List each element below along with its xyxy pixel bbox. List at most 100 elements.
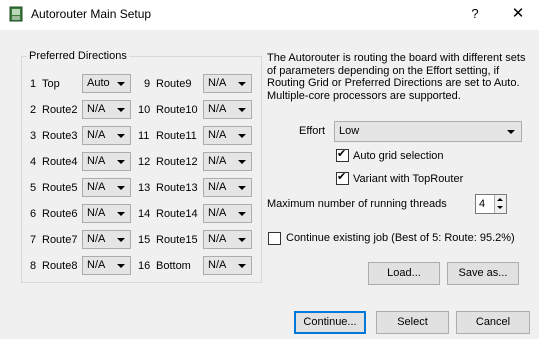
direction-value: N/A	[87, 207, 106, 219]
direction-value: N/A	[87, 181, 106, 193]
direction-dropdown[interactable]: N/A	[203, 126, 252, 145]
layer-name: Route15	[156, 234, 198, 246]
threads-label: Maximum number of running threads	[267, 198, 447, 210]
direction-dropdown[interactable]: N/A	[82, 230, 131, 249]
close-button[interactable]: ✕	[504, 2, 532, 26]
continue-job-checkbox[interactable]	[268, 232, 281, 245]
checkmark-icon: ✔	[337, 148, 347, 160]
effort-label: Effort	[299, 125, 326, 137]
chevron-down-icon	[507, 130, 515, 134]
layer-name: Route14	[156, 208, 198, 220]
direction-value: N/A	[87, 155, 106, 167]
chevron-down-icon	[117, 238, 125, 242]
layer-number: 16	[138, 260, 151, 272]
layer-number: 13	[138, 182, 151, 194]
chevron-down-icon	[238, 134, 246, 138]
title-bar: Autorouter Main Setup ? ✕	[0, 0, 539, 30]
layer-name: Bottom	[156, 260, 191, 272]
layer-name: Route4	[42, 156, 78, 168]
effort-dropdown[interactable]: Low	[334, 121, 522, 142]
chevron-down-icon	[117, 160, 125, 164]
chevron-down-icon	[117, 134, 125, 138]
direction-dropdown[interactable]: N/A	[203, 204, 252, 223]
chevron-down-icon	[117, 108, 125, 112]
layer-number: 7	[30, 234, 37, 246]
chevron-down-icon	[238, 160, 246, 164]
direction-dropdown[interactable]: N/A	[82, 152, 131, 171]
direction-value: N/A	[208, 155, 227, 167]
direction-value: N/A	[208, 233, 227, 245]
direction-value: N/A	[87, 129, 106, 141]
direction-value: N/A	[208, 129, 227, 141]
direction-value: N/A	[87, 233, 106, 245]
chevron-down-icon	[238, 264, 246, 268]
continue-button[interactable]: Continue...	[294, 311, 366, 334]
layer-number: 10	[138, 104, 151, 116]
direction-value: N/A	[87, 259, 106, 271]
layer-number: 14	[138, 208, 151, 220]
layer-number: 5	[30, 182, 37, 194]
threads-spinbox[interactable]: 4	[475, 194, 507, 214]
layer-number: 4	[30, 156, 37, 168]
window-title: Autorouter Main Setup	[31, 7, 152, 21]
spin-down-icon[interactable]	[497, 206, 503, 209]
layer-number: 6	[30, 208, 37, 220]
chevron-down-icon	[117, 212, 125, 216]
preferred-directions-legend: Preferred Directions	[27, 50, 129, 62]
direction-dropdown[interactable]: N/A	[203, 230, 252, 249]
direction-value: N/A	[208, 259, 227, 271]
chevron-down-icon	[238, 186, 246, 190]
variant-toprouter-checkbox[interactable]: ✔	[336, 171, 349, 185]
layer-name: Route9	[156, 78, 192, 90]
save-as-button[interactable]: Save as...	[447, 262, 519, 285]
direction-value: N/A	[208, 77, 227, 89]
layer-name: Route5	[42, 182, 78, 194]
autorouter-description: The Autorouter is routing the board with…	[267, 52, 526, 102]
layer-number: 9	[144, 78, 151, 90]
direction-dropdown[interactable]: Auto	[82, 74, 131, 93]
direction-dropdown[interactable]: N/A	[82, 100, 131, 119]
spin-arrows[interactable]	[494, 195, 506, 213]
layer-name: Route13	[156, 182, 198, 194]
direction-dropdown[interactable]: N/A	[203, 74, 252, 93]
chevron-down-icon	[117, 186, 125, 190]
direction-dropdown[interactable]: N/A	[82, 256, 131, 275]
load-button[interactable]: Load...	[368, 262, 440, 285]
direction-dropdown[interactable]: N/A	[203, 178, 252, 197]
direction-dropdown[interactable]: N/A	[82, 178, 131, 197]
direction-value: N/A	[87, 103, 106, 115]
layer-name: Top	[42, 78, 60, 90]
direction-dropdown[interactable]: N/A	[82, 204, 131, 223]
cancel-button[interactable]: Cancel	[456, 311, 530, 334]
direction-dropdown[interactable]: N/A	[203, 256, 252, 275]
direction-value: N/A	[208, 207, 227, 219]
spin-up-icon[interactable]	[497, 198, 503, 201]
direction-dropdown[interactable]: N/A	[82, 126, 131, 145]
layer-number: 15	[138, 234, 151, 246]
layer-name: Route2	[42, 104, 78, 116]
select-button[interactable]: Select	[376, 311, 449, 334]
layer-name: Route7	[42, 234, 78, 246]
app-icon	[9, 6, 23, 22]
chevron-down-icon	[117, 82, 125, 86]
layer-number: 12	[138, 156, 151, 168]
chevron-down-icon	[238, 108, 246, 112]
layer-name: Route11	[156, 130, 197, 142]
direction-dropdown[interactable]: N/A	[203, 152, 252, 171]
help-button[interactable]: ?	[463, 2, 487, 26]
chevron-down-icon	[238, 212, 246, 216]
continue-job-label: Continue existing job (Best of 5: Route:…	[286, 232, 515, 244]
auto-grid-label: Auto grid selection	[353, 150, 444, 162]
direction-value: N/A	[208, 103, 227, 115]
layer-number: 3	[30, 130, 37, 142]
effort-value: Low	[339, 125, 360, 137]
direction-value: Auto	[87, 77, 110, 89]
auto-grid-checkbox[interactable]: ✔	[336, 148, 349, 162]
checkmark-icon: ✔	[337, 171, 347, 183]
layer-name: Route8	[42, 260, 78, 272]
layer-number: 1	[30, 78, 37, 90]
direction-dropdown[interactable]: N/A	[203, 100, 252, 119]
direction-value: N/A	[208, 181, 227, 193]
layer-name: Route3	[42, 130, 78, 142]
layer-number: 2	[30, 104, 37, 116]
